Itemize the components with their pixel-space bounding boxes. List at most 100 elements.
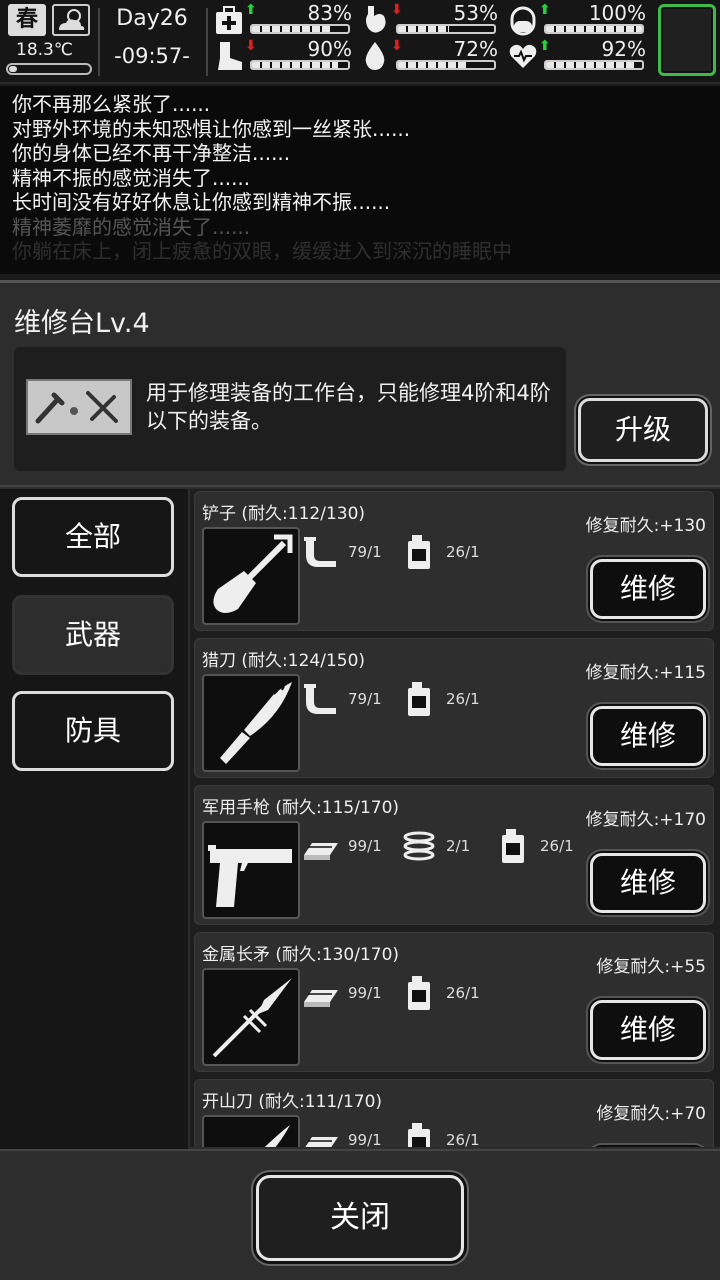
log-line: 精神不振的感觉消失了...... [12,165,251,190]
log-line: 精神萎靡的感觉消失了...... [12,214,251,239]
workbench-image [26,379,132,435]
stat-value: 72% [453,37,498,61]
trend-up-icon: ⬆ [539,38,551,54]
item-name: 铲子 (耐久:112/130) [202,504,366,524]
item-name: 猎刀 (耐久:124/150) [202,651,366,671]
repair-bench-panel: 维修台Lv.4 用于修理装备的工作台，只能修理4阶和4阶以下的装备。 升级 全部… [0,280,720,1280]
material-quantity: 2/1 [446,837,471,855]
material-quantity: 26/1 [446,984,480,1002]
repair-item: 金属长矛 (耐久:130/170) 99/1 26/1 修复耐久:+55 维修 [194,932,714,1072]
pipe-icon [302,680,340,718]
item-name: 军用手枪 (耐久:115/170) [202,798,400,818]
repair-item: 铲子 (耐久:112/130) 79/1 26/1 修复耐久:+130 维修 [194,491,714,631]
repair-item: 猎刀 (耐久:124/150) 79/1 26/1 修复耐久:+115 维修 [194,638,714,778]
stat-bar-fill [546,26,642,32]
stat-bar [250,24,350,34]
pistol-icon [202,821,300,919]
stat-thirst: ⬇ 72% [360,37,500,74]
stat-bar [396,60,496,70]
material-quantity: 26/1 [446,690,480,708]
water-drop-icon [360,40,390,72]
stat-bar [250,60,350,70]
stat-value: 90% [307,37,352,61]
metal-ingot-icon [302,827,340,865]
stat-mood: ⬆ 92% [508,37,648,74]
description-box: 用于修理装备的工作台，只能修理4阶和4阶以下的装备。 [14,347,566,471]
bottom-bar: 关闭 [0,1149,720,1280]
temperature-bar [6,63,92,75]
stat-bar-fill [398,26,449,32]
repair-button[interactable]: 维修 [590,853,706,913]
stat-value: 100% [588,1,646,25]
item-name: 金属长矛 (耐久:130/170) [202,945,400,965]
metal-ingot-icon [302,1121,340,1147]
repair-button[interactable]: 维修 [590,706,706,766]
repair-item: 军用手枪 (耐久:115/170) 99/1 2/1 26/1 修复耐久:+170 维修 [194,785,714,925]
stat-medicine: ⬆ 100% [508,1,648,38]
clock: -09:57- [114,44,190,68]
stat-bar-fill [252,62,339,68]
stat-value: 53% [453,1,498,25]
log-line: 对野外环境的未知恐惧让你感到一丝紧张...... [12,116,411,141]
pipe-icon [302,533,340,571]
material-quantity: 26/1 [446,543,480,561]
temperature: 18.3℃ [16,40,73,60]
trend-down-icon: ⬇ [391,38,403,54]
stat-bar [544,24,644,34]
tab-all[interactable]: 全部 [12,497,174,577]
stat-bar [396,24,496,34]
trend-up-icon: ⬆ [539,2,551,18]
divider [0,485,720,487]
trend-down-icon: ⬇ [391,2,403,18]
repair-button[interactable]: 维修 [590,559,706,619]
repair-button[interactable]: 维修 [590,1000,706,1060]
tab-armor[interactable]: 防具 [12,691,174,771]
repair-amount: 修复耐久:+70 [596,1104,706,1124]
hunting-knife-icon [202,674,300,772]
equipment-slot[interactable] [658,4,716,76]
season-badge: 春 [8,4,46,36]
stat-health: ⬆ 83% [214,1,354,38]
stat-bar-fill [398,62,468,68]
jerrycan-icon [400,533,438,571]
stat-value: 83% [307,1,352,25]
trend-up-icon: ⬆ [245,2,257,18]
stat-hunger: ⬇ 53% [360,1,500,38]
repair-item: 开山刀 (耐久:111/170)99/126/1修复耐久:+70维修 [194,1079,714,1147]
event-log: 你不再那么紧张了...... 对野外环境的未知恐惧让你感到一丝紧张...... … [0,86,720,274]
repair-amount: 修复耐久:+170 [585,810,706,830]
material-quantity: 26/1 [446,1131,480,1147]
material-quantity: 79/1 [348,690,382,708]
upgrade-button[interactable]: 升级 [578,398,708,462]
panel-title: 维修台Lv.4 [14,308,150,339]
log-line: 你的身体已经不再干净整洁...... [12,141,291,165]
jerrycan-icon [494,827,532,865]
log-line: 你躺在床上，闭上疲惫的双眼，缓缓进入到深沉的睡眠中 [12,239,512,263]
material-quantity: 26/1 [540,837,574,855]
spring-icon [400,827,438,865]
weather-icon [52,4,90,36]
material-quantity: 99/1 [348,1131,382,1147]
stat-value: 92% [601,37,646,61]
stat-bar [544,60,644,70]
stat-stamina: ⬇ 90% [214,37,354,74]
machete-icon [202,1115,300,1147]
trend-down-icon: ⬇ [245,38,257,54]
jerrycan-icon [400,1121,438,1147]
material-quantity: 99/1 [348,837,382,855]
repair-item-list[interactable]: 铲子 (耐久:112/130) 79/1 26/1 修复耐久:+130 维修 猎刀 (耐久… [190,489,720,1147]
day-counter: Day26 [116,6,188,31]
spear-icon [202,968,300,1066]
material-quantity: 99/1 [348,984,382,1002]
stat-bar-fill [546,62,635,68]
material-quantity: 79/1 [348,543,382,561]
stomach-icon [360,4,390,36]
description-text: 用于修理装备的工作台，只能修理4阶和4阶以下的装备。 [146,381,551,433]
status-hud: 春 18.3℃ Day26 -09:57- ⬆ 83% ⬇ 53% ⬆ 100% ⬇ 90% ⬇… [0,0,720,84]
close-button[interactable]: 关闭 [256,1175,464,1261]
log-line: 长时间没有好好休息让你感到精神不振...... [12,190,391,214]
tab-weapons[interactable]: 武器 [12,595,174,675]
shovel-icon [202,527,300,625]
item-name: 开山刀 (耐久:111/170) [202,1092,383,1112]
repair-amount: 修复耐久:+55 [596,957,706,977]
